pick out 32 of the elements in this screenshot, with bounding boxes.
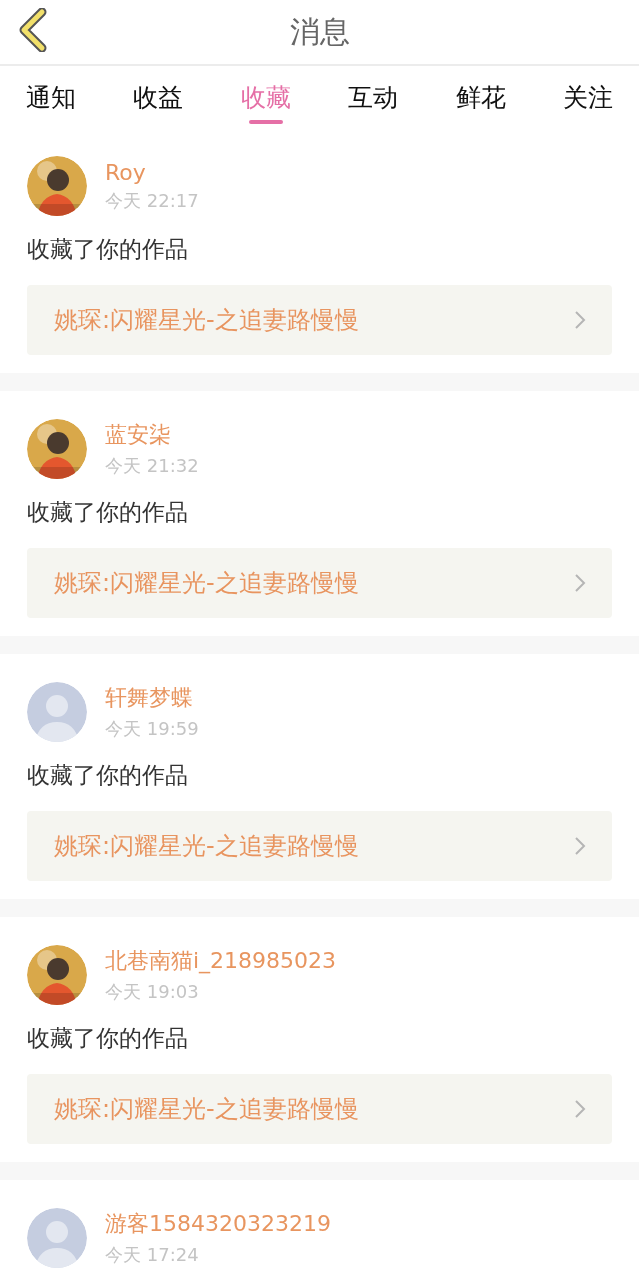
tab[interactable]: 鲜花 [455, 66, 506, 128]
work-link[interactable]: 姚琛:闪耀星光-之追妻路慢慢 [27, 811, 612, 881]
message-text: 收藏了你的作品 [27, 235, 189, 264]
message-text: 收藏了你的作品 [27, 1024, 189, 1053]
tab[interactable]: 关注 [562, 66, 613, 128]
chevron-icon [574, 310, 586, 330]
work-link[interactable]: 姚琛:闪耀星光-之追妻路慢慢 [27, 1074, 612, 1144]
work-link[interactable]: 姚琛:闪耀星光-之追妻路慢慢 [27, 548, 612, 618]
avatar-icon [27, 682, 87, 742]
tab[interactable]: 通知 [26, 66, 76, 128]
message-time: 今天 19:59 [105, 717, 199, 741]
back-icon[interactable] [18, 8, 48, 52]
chevron-icon [574, 836, 586, 856]
message-time: 今天 21:32 [105, 454, 199, 478]
work-link[interactable]: 姚琛:闪耀星光-之追妻路慢慢 [27, 285, 612, 355]
avatar-icon [27, 1208, 87, 1268]
page-title: 消息 [289, 12, 350, 51]
user-name[interactable]: 蓝安柒 [105, 420, 199, 450]
tab[interactable]: 收藏 [240, 66, 291, 128]
message-time: 今天 22:17 [105, 188, 199, 213]
user-name[interactable]: 北巷南猫i_218985023 [105, 946, 337, 976]
chevron-icon [574, 573, 586, 593]
user-name[interactable]: Roy [105, 159, 199, 185]
message-text: 收藏了你的作品 [27, 761, 189, 790]
tab[interactable]: 收益 [133, 66, 184, 128]
message-text: 收藏了你的作品 [27, 498, 189, 527]
user-name[interactable]: 轩舞梦蝶 [105, 683, 199, 713]
user-name[interactable]: 游客1584320323219 [105, 1209, 331, 1239]
message-time: 今天 17:24 [105, 1243, 200, 1267]
chevron-icon [574, 1099, 586, 1119]
message-time: 今天 19:03 [105, 980, 200, 1004]
tab[interactable]: 互动 [348, 66, 399, 128]
